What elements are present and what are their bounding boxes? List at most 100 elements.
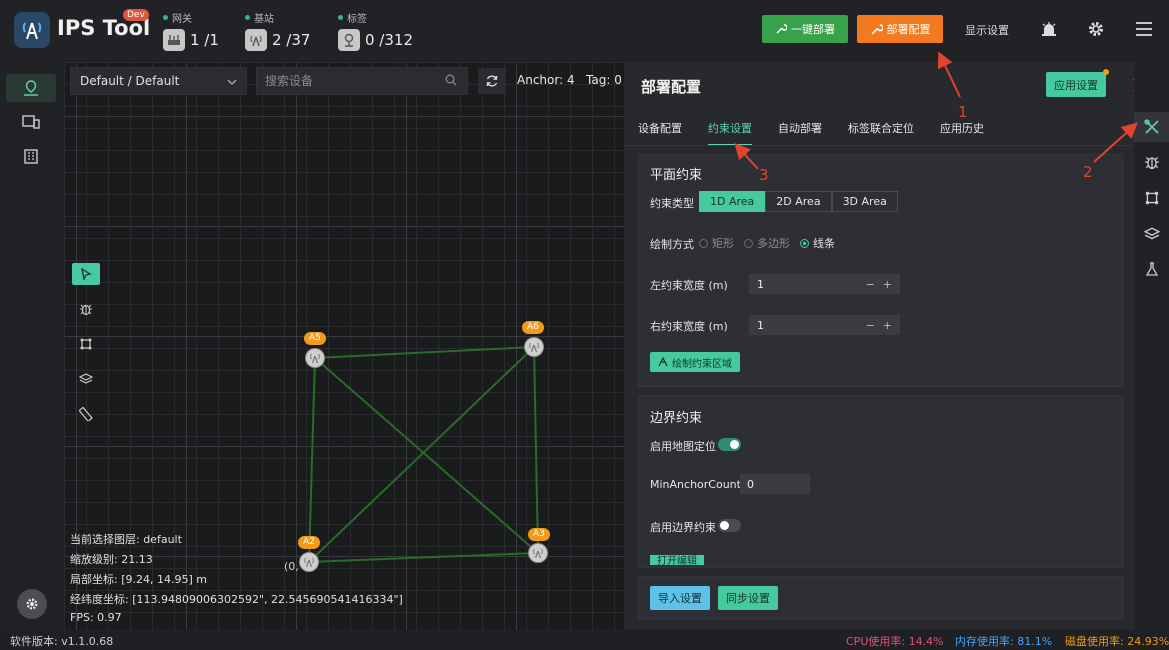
anchor-count: Anchor: 4 [517, 73, 575, 87]
tab-auto-deploy[interactable]: 自动部署 [778, 120, 822, 146]
draw-constraint-area-label: 绘制约束区域 [672, 358, 732, 370]
boundary-enable-label: 启用边界约束 [650, 521, 716, 534]
min-anchor-count-label: MinAnchorCount [650, 478, 741, 491]
minus-icon[interactable]: − [866, 319, 875, 332]
display-settings-link[interactable]: 显示设置 [965, 22, 1009, 38]
panel-tabs: 设备配置 约束设置 自动部署 标签联合定位 应用历史 [638, 120, 984, 146]
tab-device-config[interactable]: 设备配置 [638, 120, 682, 146]
deploy-config-label: 部署配置 [886, 23, 931, 36]
layer-select[interactable]: Default / Default [70, 67, 247, 95]
stat-gateway: 网关 1 /1 [163, 10, 219, 51]
map-tools [72, 263, 104, 438]
open-edit-button[interactable]: 打开编辑 [650, 555, 704, 565]
deploy-config-panel: 部署配置 应用设置 设备配置 约束设置 自动部署 标签联合定位 应用历史 平面约… [624, 62, 1147, 630]
import-settings-button[interactable]: 导入设置 [650, 586, 710, 610]
boundary-enable-toggle[interactable] [718, 519, 741, 532]
right-width-label: 右约束宽度 (m) [650, 320, 728, 333]
constraint-type-label: 约束类型 [650, 197, 694, 210]
router-icon [163, 29, 185, 51]
anchor-a6-icon[interactable] [524, 337, 544, 357]
map-pin-icon[interactable] [6, 74, 56, 102]
type-2d-area[interactable]: 2D Area [765, 191, 832, 212]
min-anchor-count-input[interactable]: 0 [740, 474, 810, 494]
apply-pending-dot [1103, 69, 1109, 75]
wrench-icon [871, 23, 883, 34]
stat-anchor-label: 基站 [254, 14, 274, 25]
right-width-value: 1 [757, 318, 764, 332]
stat-tag-value: 0 /312 [365, 31, 413, 49]
plane-constraint-title: 平面约束 [650, 168, 703, 183]
tab-constraint-settings[interactable]: 约束设置 [708, 120, 752, 146]
tabs-divider [624, 145, 1134, 146]
one-click-deploy-label: 一键部署 [791, 23, 835, 36]
draw-icon [658, 357, 668, 367]
pointer-tool-icon[interactable] [72, 263, 100, 285]
settings-actions: 导入设置 同步设置 [638, 576, 1123, 620]
layers-icon[interactable] [72, 368, 100, 390]
right-width-stepper[interactable]: 1 − + [749, 315, 900, 335]
left-nav-rail [0, 62, 64, 630]
minus-icon[interactable]: − [866, 278, 875, 291]
left-width-label: 左约束宽度 (m) [650, 279, 728, 292]
radio-line-label: 线条 [813, 237, 835, 250]
chevron-down-icon [227, 74, 237, 88]
alarm-icon[interactable] [1038, 18, 1060, 40]
app-logo [14, 12, 50, 48]
antenna-logo-icon [22, 22, 42, 40]
stat-tag-label: 标签 [347, 14, 367, 25]
map-locate-toggle[interactable] [718, 438, 741, 451]
bug-icon[interactable] [1134, 147, 1169, 177]
plus-icon[interactable]: + [883, 319, 892, 332]
boundary-constraint-card: 边界约束 启用地图定位 MinAnchorCount 0 启用边界约束 打开编辑 [638, 395, 1123, 568]
device-counts: Anchor: 4 Tag: 0 [517, 73, 622, 87]
radio-polygon-label: 多边形 [757, 237, 790, 250]
sync-settings-button[interactable]: 同步设置 [718, 586, 778, 610]
stat-tag: 标签 0 /312 [338, 10, 413, 51]
top-bar: IPS Tool Dev 网关 1 /1 基站 2 /37 标签 0 /312 … [0, 0, 1169, 62]
apply-settings-button[interactable]: 应用设置 [1046, 72, 1106, 97]
right-tool-rail [1134, 62, 1169, 630]
menu-icon[interactable] [1133, 18, 1155, 40]
wrench-icon [776, 24, 787, 34]
left-width-value: 1 [757, 277, 764, 291]
search-input[interactable] [265, 74, 445, 88]
bounding-box-icon[interactable] [1134, 183, 1169, 213]
anchor-a2-icon[interactable] [299, 552, 319, 572]
deploy-config-button[interactable]: 部署配置 [857, 15, 943, 43]
tab-apply-history[interactable]: 应用历史 [940, 120, 984, 146]
radio-polygon[interactable]: 多边形 [744, 235, 790, 251]
cpu-usage: CPU使用率: 14.4% [846, 635, 944, 648]
draw-mode-label: 绘制方式 [650, 238, 694, 251]
software-version: 软件版本: v1.1.0.68 [10, 635, 114, 648]
type-3d-area[interactable]: 3D Area [831, 191, 898, 212]
type-1d-area[interactable]: 1D Area [699, 191, 766, 212]
radio-rectangle-label: 矩形 [712, 237, 734, 250]
layers-icon[interactable] [1134, 219, 1169, 249]
flask-icon[interactable] [1134, 254, 1169, 284]
deploy-tools-icon[interactable] [1134, 112, 1169, 142]
tab-tag-joint-location[interactable]: 标签联合定位 [848, 120, 914, 146]
status-bar: 软件版本: v1.1.0.68 CPU使用率: 14.4% 内存使用率: 81.… [0, 630, 1169, 650]
radio-rectangle[interactable]: 矩形 [699, 235, 734, 251]
refresh-icon[interactable] [478, 68, 506, 94]
search-icon[interactable] [445, 74, 457, 89]
building-icon[interactable] [6, 142, 56, 170]
bounding-box-icon[interactable] [72, 333, 100, 355]
device-search[interactable] [256, 67, 468, 95]
draw-constraint-area-button[interactable]: 绘制约束区域 [650, 352, 740, 372]
plus-icon[interactable]: + [883, 278, 892, 291]
anchor-a3-icon[interactable] [528, 543, 548, 563]
left-width-stepper[interactable]: 1 − + [749, 274, 900, 294]
stat-gateway-label: 网关 [172, 14, 192, 25]
one-click-deploy-button[interactable]: 一键部署 [762, 15, 848, 43]
settings-fab-icon[interactable] [17, 589, 47, 619]
info-local-coord: 局部坐标: [9.24, 14.95] m [70, 573, 207, 586]
ruler-icon[interactable] [72, 403, 100, 425]
radio-line[interactable]: 线条 [800, 235, 835, 251]
stat-anchor: 基站 2 /37 [245, 10, 310, 51]
devices-icon[interactable] [6, 108, 56, 136]
settings-gear-icon[interactable] [1085, 18, 1107, 40]
anchor-a5-icon[interactable] [305, 348, 325, 368]
bug-icon[interactable] [72, 298, 100, 320]
panel-title: 部署配置 [641, 78, 702, 96]
